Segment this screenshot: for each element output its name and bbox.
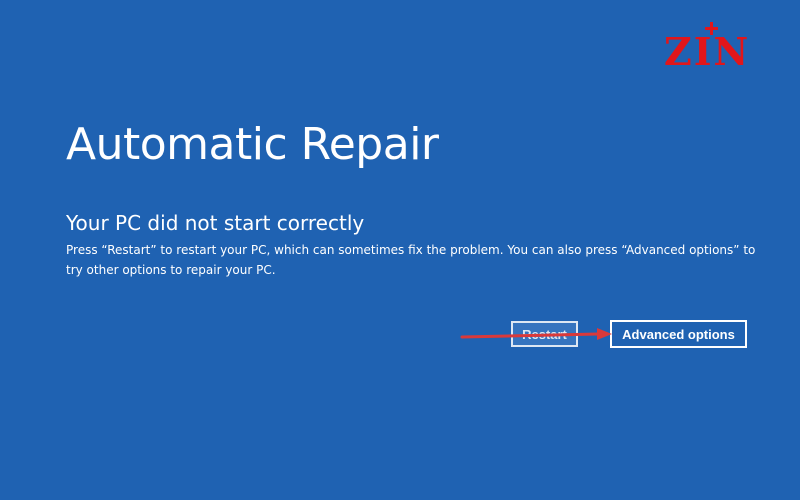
description-text: Press “Restart” to restart your PC, whic… (66, 243, 756, 277)
zin-logo: ZIN (664, 22, 774, 74)
page-title: Automatic Repair (66, 119, 439, 170)
red-arrow-icon (460, 328, 612, 340)
logo-text: ZIN (664, 29, 751, 74)
automatic-repair-screen: ZIN Automatic Repair Your PC did not sta… (0, 0, 800, 500)
page-subtitle: Your PC did not start correctly (66, 211, 365, 235)
advanced-options-button[interactable]: Advanced options (610, 320, 747, 348)
